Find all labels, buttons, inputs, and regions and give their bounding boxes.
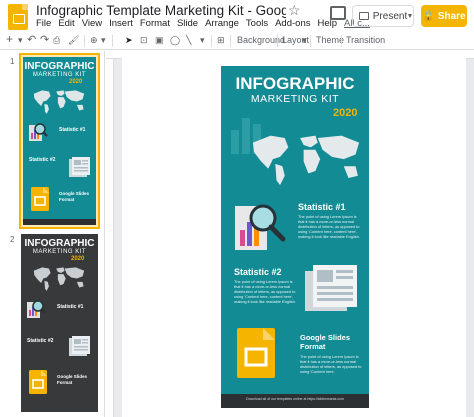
text-box-icon[interactable]: ⊡ [140, 35, 148, 46]
comment-add-icon[interactable]: ⊞ [217, 35, 225, 46]
menu-insert[interactable]: Insert [109, 18, 133, 29]
slides-logo-icon[interactable] [8, 4, 28, 30]
magnifier-chart-icon [26, 298, 46, 320]
title-bar: Infographic Template Marketing Kit - Goo… [0, 0, 474, 32]
undo-icon[interactable]: ↶ [27, 33, 36, 46]
slide-subtitle[interactable]: MARKETING KIT [221, 93, 369, 105]
slide-number: 1 [10, 57, 15, 66]
star-icon[interactable]: ☆ [288, 2, 301, 19]
google-slides-file-icon [31, 187, 49, 211]
slide-thumbnail-1[interactable]: INFOGRAPHIC MARKETING KIT 2020 Statistic… [19, 53, 100, 229]
menu-file[interactable]: File [36, 18, 51, 29]
menu-view[interactable]: View [82, 18, 102, 29]
menu-arrange[interactable]: Arrange [205, 18, 239, 29]
thumb-title: INFOGRAPHIC [24, 61, 95, 72]
newspaper-icon [303, 263, 359, 313]
menu-bar: File Edit View Insert Format Slide Arran… [36, 18, 370, 29]
paint-format-icon[interactable]: 🖌 [68, 35, 79, 46]
redo-icon[interactable]: ↷ [40, 33, 49, 46]
print-icon[interactable]: ⎙ [53, 35, 60, 46]
lock-icon: 🔒 [422, 10, 435, 22]
slides-app: Infographic Template Marketing Kit - Goo… [0, 0, 474, 417]
feature-body[interactable]: The point of using Lorem Ipsum is that i… [300, 354, 364, 375]
slide-title[interactable]: INFOGRAPHIC [221, 74, 369, 94]
line-dropdown-icon[interactable]: ▾ [200, 35, 205, 46]
image-icon[interactable]: ▣ [155, 35, 164, 46]
google-slides-file-icon [29, 370, 47, 394]
thumb-stat1-heading: Statistic #1 [57, 304, 84, 310]
thumb-footer-band [23, 219, 96, 225]
toolbar-divider [341, 35, 342, 47]
newspaper-icon [67, 334, 91, 358]
comment-history-icon[interactable] [330, 6, 346, 20]
thumb-stat2-heading: Statistic #2 [29, 157, 56, 163]
transition-button[interactable]: Transition [346, 35, 385, 45]
world-map-icon [247, 124, 365, 192]
line-icon[interactable]: ╲ [186, 35, 191, 46]
newspaper-icon [67, 155, 91, 179]
slide-thumbnail-2[interactable]: INFOGRAPHIC MARKETING KIT 2020 Statistic… [19, 232, 100, 414]
vertical-ruler[interactable] [106, 59, 114, 417]
menu-slide[interactable]: Slide [177, 18, 198, 29]
toolbar-divider [211, 35, 212, 47]
share-label: Share [437, 10, 466, 22]
stat1-heading[interactable]: Statistic #1 [298, 202, 346, 212]
share-button[interactable]: 🔒 Share [421, 5, 467, 27]
zoom-icon[interactable]: ⊕ [90, 35, 98, 46]
thumb-year: 2020 [71, 256, 85, 262]
toolbar-divider [84, 35, 85, 47]
main-slide[interactable]: INFOGRAPHIC MARKETING KIT 2020 Statistic… [221, 66, 369, 408]
stat2-heading[interactable]: Statistic #2 [234, 267, 282, 277]
slide-year[interactable]: 2020 [333, 107, 357, 119]
thumb-feature-heading: Google Slides Format [59, 191, 90, 202]
thumb-year: 2020 [69, 79, 83, 85]
thumb-subtitle: MARKETING KIT [32, 249, 87, 255]
magnifier-chart-icon [233, 200, 291, 252]
slide-number: 2 [10, 235, 15, 244]
filmstrip: 1 INFOGRAPHIC MARKETING KIT 2020 Statist… [0, 51, 105, 417]
thumb-feature-heading: Google Slides Format [57, 374, 88, 385]
thumb-subtitle: MARKETING KIT [32, 72, 87, 78]
toolbar-divider [230, 35, 231, 47]
menu-edit[interactable]: Edit [58, 18, 74, 29]
present-icon [358, 12, 369, 20]
select-cursor-icon[interactable]: ➤ [125, 35, 133, 46]
new-slide-dropdown-icon[interactable]: ▾ [18, 35, 23, 46]
thumbnail-slide-2: INFOGRAPHIC MARKETING KIT 2020 Statistic… [21, 234, 98, 412]
toolbar-divider [310, 35, 311, 47]
menu-format[interactable]: Format [140, 18, 170, 29]
menu-tools[interactable]: Tools [246, 18, 268, 29]
document-title[interactable]: Infographic Template Marketing Kit - Goo… [36, 3, 286, 18]
zoom-dropdown-icon[interactable]: ▾ [101, 35, 106, 46]
theme-button[interactable]: Theme [316, 35, 344, 45]
magnifier-chart-icon [28, 121, 48, 143]
present-dropdown-icon[interactable]: ▼ [404, 5, 416, 27]
thumb-stat1-heading: Statistic #1 [59, 127, 86, 133]
toolbar-divider [277, 35, 278, 47]
thumbnail-slide-1: INFOGRAPHIC MARKETING KIT 2020 Statistic… [23, 57, 96, 225]
menu-addons[interactable]: Add-ons [275, 18, 310, 29]
slide-footer[interactable]: Download all of our templates online at … [221, 397, 369, 401]
stat2-body[interactable]: The point of using Lorem Ipsum is that i… [234, 279, 300, 304]
thumb-stat2-heading: Statistic #2 [27, 338, 54, 344]
toolbar: + ▾ ↶ ↷ ⎙ 🖌 ⊕ ▾ ➤ ⊡ ▣ ◯ ╲ ▾ ⊞ Background… [0, 32, 474, 50]
thumb-title: INFOGRAPHIC [24, 238, 95, 249]
shape-icon[interactable]: ◯ [170, 35, 180, 46]
feature-heading[interactable]: Google Slides Format [300, 333, 362, 352]
new-slide-icon[interactable]: + [6, 32, 13, 46]
world-map-icon [27, 87, 91, 115]
layout-dropdown-icon[interactable]: ▾ [302, 35, 307, 46]
present-label: Present [372, 10, 408, 22]
stat1-body[interactable]: The point of using Lorem Ipsum is that i… [298, 214, 364, 239]
world-map-icon [26, 264, 92, 292]
toolbar-divider [112, 35, 113, 47]
google-slides-file-icon [237, 328, 275, 378]
